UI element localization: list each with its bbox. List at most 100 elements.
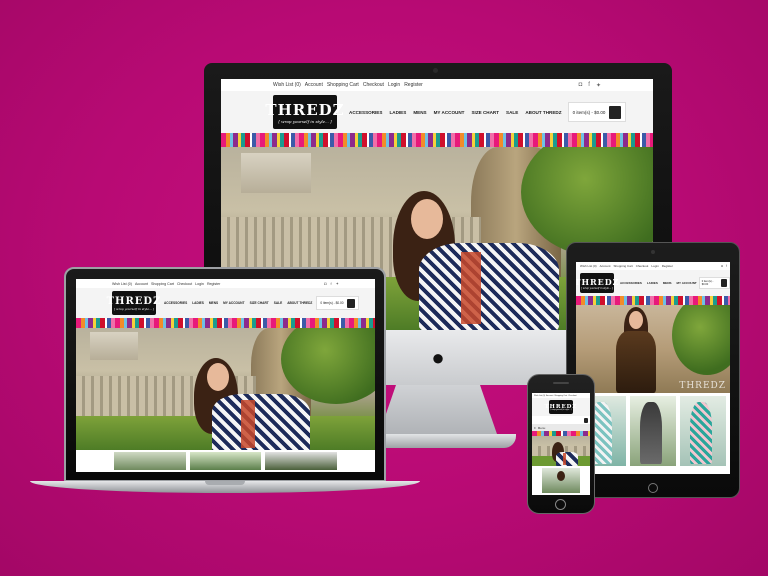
nav-about-thredz[interactable]: ABOUT THREDZ xyxy=(525,110,561,115)
tablet-camera xyxy=(651,250,655,254)
model-dress xyxy=(212,394,310,450)
hero-image[interactable] xyxy=(76,328,375,450)
wishlist-link[interactable]: Wish List (0) xyxy=(580,264,597,268)
account-link[interactable]: Account xyxy=(305,82,323,88)
cart-summary: 0 item(s) - $0.00 xyxy=(701,280,714,286)
login-link[interactable]: Login xyxy=(651,264,658,268)
facebook-icon[interactable]: f xyxy=(588,82,590,89)
twitter-icon[interactable]: ✦ xyxy=(596,82,601,89)
nav-mens[interactable]: MENS xyxy=(413,110,426,115)
account-link[interactable]: Account xyxy=(135,282,148,286)
wishlist-link[interactable]: Wish List (0) xyxy=(534,395,545,397)
main-nav: ACCESSORIES LADIES MENS MY ACCOUNT SIZE … xyxy=(349,110,562,115)
product-model xyxy=(690,402,712,464)
color-stripe-banner xyxy=(221,133,653,147)
product-thumb[interactable] xyxy=(189,452,262,470)
shopping-cart-link[interactable]: Shopping Cart xyxy=(151,282,174,286)
hero-image[interactable] xyxy=(532,436,590,466)
top-links-bar: Wish List (0) Account Shopping Cart Chec… xyxy=(76,279,375,288)
brand-logo[interactable]: THREDZ [ wrap yourself in style... ] xyxy=(545,400,576,414)
main-nav: ACCESSORIES LADIES MENS MY ACCOUNT SIZE … xyxy=(164,301,312,305)
logo-text: THREDZ xyxy=(265,100,345,119)
nav-accessories[interactable]: ACCESSORIES xyxy=(349,110,382,115)
instagram-icon[interactable]: ◘ xyxy=(721,264,723,268)
hamburger-icon[interactable]: ≡ xyxy=(534,426,536,430)
social-links: ◘ f ✦ xyxy=(324,281,375,286)
wishlist-link[interactable]: Wish List (0) xyxy=(112,282,132,286)
shopping-bag-icon xyxy=(609,105,622,119)
register-link[interactable]: Register xyxy=(207,282,220,286)
tablet-home-button[interactable] xyxy=(648,483,658,493)
shopping-cart-link[interactable]: Shopping Cart xyxy=(554,395,567,397)
checkout-link[interactable]: Checkout xyxy=(568,395,576,397)
shopping-bag-icon[interactable] xyxy=(584,417,588,423)
instagram-icon[interactable]: ◘ xyxy=(324,281,326,286)
nav-ladies[interactable]: LADIES xyxy=(647,281,658,285)
nav-my-account[interactable]: MY ACCOUNT xyxy=(677,281,697,285)
nav-size-chart[interactable]: SIZE CHART xyxy=(250,301,269,305)
checkout-link[interactable]: Checkout xyxy=(636,264,649,268)
twitter-icon[interactable]: ✦ xyxy=(336,281,339,286)
social-links: ◘ f xyxy=(721,264,730,268)
phone-home-button[interactable] xyxy=(555,499,566,510)
nav-ladies[interactable]: LADIES xyxy=(389,110,406,115)
brand-logo[interactable]: THREDZ [ wrap yourself in style... ] xyxy=(107,291,160,315)
model-dress xyxy=(419,243,559,330)
social-links: ◘ f ✦ xyxy=(579,82,653,89)
hero-image[interactable]: THREDZ xyxy=(576,305,730,393)
mobile-menu-bar[interactable]: ≡ Menu xyxy=(532,424,590,431)
account-link[interactable]: Account xyxy=(546,395,553,397)
nav-accessories[interactable]: ACCESSORIES xyxy=(164,301,187,305)
model-face xyxy=(411,199,443,239)
cart-widget[interactable]: 0 item(s) - $0.00 xyxy=(567,102,627,122)
checkout-link[interactable]: Checkout xyxy=(177,282,192,286)
phone-speaker xyxy=(553,382,569,384)
account-link[interactable]: Account xyxy=(600,264,611,268)
brand-logo[interactable]: THREDZ [ wrap yourself in style... ] xyxy=(576,273,619,293)
main-nav: ACCESSORIES LADIES MENS MY ACCOUNT xyxy=(620,281,697,285)
menu-label: Menu xyxy=(537,425,546,430)
shopping-bag-icon xyxy=(346,298,355,308)
shopping-bag-icon xyxy=(720,279,727,287)
nav-my-account[interactable]: MY ACCOUNT xyxy=(223,301,244,305)
product-strip xyxy=(76,450,375,472)
logo-tagline: [ wrap yourself in style... ] xyxy=(550,409,572,411)
wishlist-link[interactable]: Wish List (0) xyxy=(273,82,301,88)
cart-summary: 0 item(s) - $0.00 xyxy=(320,301,344,305)
cart-widget[interactable]: 0 item(s) - $0.00 xyxy=(316,296,359,310)
tablet-screen: Wish List (0) Account Shopping Cart Chec… xyxy=(576,262,730,474)
product-card[interactable] xyxy=(630,396,676,466)
nav-about-thredz[interactable]: ABOUT THREDZ xyxy=(287,301,312,305)
product-model xyxy=(557,471,565,481)
register-link[interactable]: Register xyxy=(662,264,673,268)
stone-gazebo xyxy=(90,332,138,360)
site-header: THREDZ [ wrap yourself in style... ] ACC… xyxy=(76,288,375,318)
nav-sale[interactable]: SALE xyxy=(506,110,518,115)
register-link[interactable]: Register xyxy=(404,82,423,88)
logo-text: THREDZ xyxy=(576,276,620,287)
cart-widget[interactable]: 0 item(s) - $0.00 xyxy=(698,277,730,289)
product-grid xyxy=(532,466,590,495)
checkout-link[interactable]: Checkout xyxy=(363,82,384,88)
facebook-icon[interactable]: f xyxy=(726,264,727,268)
product-card[interactable] xyxy=(542,468,580,493)
login-link[interactable]: Login xyxy=(388,82,400,88)
product-thumb[interactable] xyxy=(265,452,338,470)
nav-ladies[interactable]: LADIES xyxy=(192,301,204,305)
shopping-cart-link[interactable]: Shopping Cart xyxy=(614,264,633,268)
nav-size-chart[interactable]: SIZE CHART xyxy=(471,110,499,115)
stone-gazebo xyxy=(241,153,311,193)
brand-logo[interactable]: THREDZ [ wrap yourself in style... ] xyxy=(265,95,344,129)
instagram-icon[interactable]: ◘ xyxy=(579,82,583,89)
nav-accessories[interactable]: ACCESSORIES xyxy=(620,281,642,285)
model-face xyxy=(629,311,643,329)
shopping-cart-link[interactable]: Shopping Cart xyxy=(327,82,359,88)
nav-mens[interactable]: MENS xyxy=(663,281,672,285)
facebook-icon[interactable]: f xyxy=(331,281,332,286)
nav-mens[interactable]: MENS xyxy=(209,301,218,305)
login-link[interactable]: Login xyxy=(195,282,204,286)
product-card[interactable] xyxy=(680,396,726,466)
product-thumb[interactable] xyxy=(114,452,186,470)
nav-my-account[interactable]: MY ACCOUNT xyxy=(434,110,465,115)
nav-sale[interactable]: SALE xyxy=(274,301,283,305)
